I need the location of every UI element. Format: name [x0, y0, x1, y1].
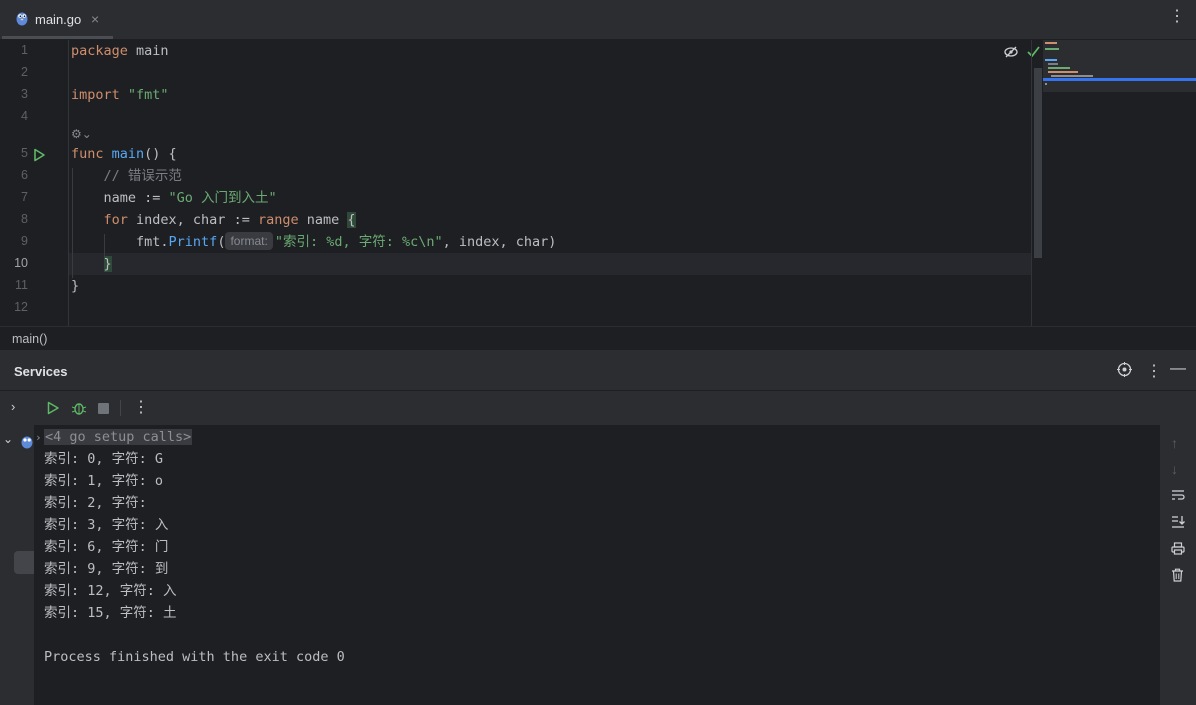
breadcrumb: main()	[0, 326, 1196, 351]
scroll-to-end-icon[interactable]	[1171, 515, 1185, 528]
services-panel: Services ⋮ — › ⋮ ⌄ › <4 go setup calls> …	[0, 352, 1196, 705]
console-line: 索引: 12, 字符: 入	[44, 583, 177, 599]
console-output[interactable]: › <4 go setup calls> 索引: 0, 字符: G 索引: 1,…	[34, 425, 1160, 705]
check-icon	[1027, 44, 1040, 60]
line-number: 11	[15, 278, 28, 292]
code-line-1: package main	[71, 43, 169, 59]
debug-icon[interactable]	[71, 400, 87, 416]
console-exit-message: Process finished with the exit code 0	[44, 649, 345, 665]
scrollbar-separator	[1031, 40, 1032, 326]
code-line-10: }	[103, 256, 112, 272]
console-side-toolbar: ↑ ↓	[1160, 425, 1196, 705]
services-toolbar: › ⋮	[0, 391, 1196, 425]
line-number: 4	[21, 109, 28, 123]
more-options-icon[interactable]: ⋮	[1146, 361, 1162, 381]
code-vision-icon[interactable]: ⚙⌄	[71, 127, 92, 141]
line-number: 5	[21, 146, 28, 160]
code-line-6: // 错误示范	[103, 168, 182, 184]
run-icon[interactable]	[32, 148, 46, 162]
toolbar-separator	[120, 400, 121, 416]
line-number: 12	[14, 300, 28, 314]
services-header: Services ⋮ —	[0, 352, 1196, 391]
minimize-icon[interactable]: —	[1170, 360, 1186, 378]
console-line: 索引: 3, 字符: 入	[44, 517, 169, 533]
parameter-hint: format:	[225, 232, 273, 250]
code-editor[interactable]: 1 2 3 4 5 6 7 8 9 10 11 12 package main …	[0, 40, 1196, 326]
line-number: 8	[21, 212, 28, 226]
code-line-3: import "fmt"	[71, 87, 169, 103]
line-number: 7	[21, 190, 28, 204]
line-number: 9	[21, 234, 28, 248]
tree-item-selected[interactable]	[14, 551, 34, 574]
vertical-scrollbar-thumb[interactable]	[1034, 68, 1042, 258]
soft-wrap-icon[interactable]	[1171, 489, 1185, 501]
tab-label: main.go	[35, 12, 82, 27]
line-number: 1	[21, 43, 28, 57]
tab-main-go[interactable]: main.go ×	[0, 0, 113, 39]
arrow-down-icon[interactable]: ↓	[1171, 461, 1178, 477]
console-line: 索引: 9, 字符: 到	[44, 561, 169, 577]
console-line: 索引: 6, 字符: 门	[44, 539, 169, 555]
line-number: 2	[21, 65, 28, 79]
editor-tab-bar: main.go × ⋮	[0, 0, 1196, 40]
eye-slash-icon[interactable]	[1004, 46, 1018, 61]
console-line: 索引: 0, 字符: G	[44, 451, 164, 467]
crosshair-icon[interactable]	[1117, 362, 1132, 380]
services-title: Services	[14, 364, 68, 379]
line-number-current: 10	[14, 256, 28, 270]
code-line-8: for index, char := range name {	[103, 212, 356, 228]
line-number: 6	[21, 168, 28, 182]
current-line-highlight	[69, 253, 1031, 275]
close-icon[interactable]: ×	[91, 11, 99, 27]
fold-chevron-icon[interactable]: ›	[35, 431, 42, 444]
console-line: 索引: 15, 字符: 土	[44, 605, 177, 621]
stop-icon[interactable]	[98, 403, 109, 414]
more-options-icon[interactable]: ⋮	[133, 397, 149, 417]
expand-chevron-icon[interactable]: ›	[11, 399, 15, 414]
gopher-icon	[16, 12, 28, 26]
console-line: 索引: 2, 字符:	[44, 495, 164, 511]
breadcrumb-item-main[interactable]: main()	[12, 332, 47, 346]
minimap[interactable]	[1043, 40, 1196, 92]
print-icon[interactable]	[1171, 542, 1185, 555]
code-line-5: func main() {	[71, 146, 177, 162]
active-tab-indicator	[2, 36, 113, 39]
line-number-gutter: 1 2 3 4 5 6 7 8 9 10 11 12	[0, 40, 69, 326]
trash-icon[interactable]	[1171, 568, 1184, 582]
line-number: 3	[21, 87, 28, 101]
services-tree: ⌄	[0, 425, 34, 705]
code-line-11: }	[71, 278, 80, 294]
code-line-7: name := "Go 入门到入土"	[103, 190, 277, 206]
arrow-up-icon[interactable]: ↑	[1171, 435, 1178, 451]
console-line-setup[interactable]: <4 go setup calls>	[44, 427, 193, 447]
code-line-9: fmt.Printf(format: "索引: %d, 字符: %c\n", in…	[136, 232, 557, 250]
more-options-icon[interactable]: ⋮	[1169, 9, 1185, 25]
console-line: 索引: 1, 字符: o	[44, 473, 164, 489]
run-icon[interactable]	[46, 401, 60, 415]
collapse-chevron-icon[interactable]: ⌄	[3, 432, 13, 446]
gopher-icon[interactable]	[21, 435, 33, 449]
